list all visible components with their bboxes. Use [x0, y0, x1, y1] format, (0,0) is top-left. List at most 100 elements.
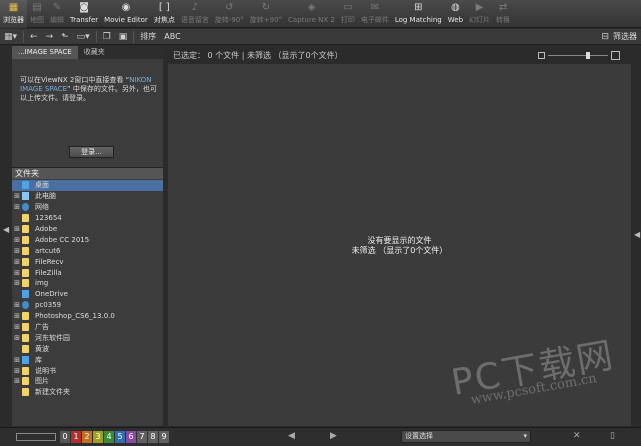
- expand-icon[interactable]: ⊞: [12, 312, 22, 320]
- login-button[interactable]: 登录...: [69, 146, 114, 158]
- tree-item[interactable]: ⊞ pc0359: [12, 300, 163, 311]
- tree-item[interactable]: 新建文件夹: [12, 387, 163, 398]
- folder-menu-icon[interactable]: ▭▾: [73, 29, 94, 45]
- expand-icon[interactable]: ⊞: [12, 247, 22, 255]
- toolbar-button[interactable]: ▤ 地图: [27, 0, 47, 28]
- slider-knob[interactable]: [586, 52, 590, 59]
- label-filter-button[interactable]: 8: [148, 431, 158, 443]
- info-text-pre: 可以在ViewNX 2窗口中直接查看 “: [20, 76, 130, 84]
- tree-item[interactable]: 123654: [12, 213, 163, 224]
- tree-item[interactable]: ⊞ 河东软件园: [12, 332, 163, 343]
- tree-item[interactable]: ⊞ 广告: [12, 322, 163, 333]
- folder-icon: [22, 181, 29, 190]
- next-icon[interactable]: ▶: [330, 431, 337, 441]
- tree-item[interactable]: ⊞ artcut6: [12, 245, 163, 256]
- tree-item-label: FileZilla: [35, 268, 62, 277]
- expand-icon[interactable]: ⊞: [12, 269, 22, 277]
- folder-up-icon[interactable]: ⬑: [57, 29, 73, 45]
- tree-item[interactable]: ⊞ FileRecv: [12, 256, 163, 267]
- view-toggle-button[interactable]: [16, 433, 56, 441]
- tree-item[interactable]: ⊞ 说明书: [12, 365, 163, 376]
- collapse-right-icon[interactable]: ◀: [634, 230, 640, 239]
- forward-icon[interactable]: →: [42, 29, 58, 45]
- expand-icon[interactable]: ⊞: [12, 279, 22, 287]
- tree-item-label: FileRecv: [35, 257, 64, 266]
- small-thumb-icon[interactable]: [538, 52, 545, 59]
- label-filter-button[interactable]: 9: [159, 431, 169, 443]
- expand-icon[interactable]: ⊞: [12, 367, 22, 375]
- filter-button[interactable]: ⊟ 筛选器: [597, 29, 641, 45]
- expand-icon[interactable]: ⊞: [12, 225, 22, 233]
- grid-view-icon[interactable]: ▦▾: [0, 29, 21, 45]
- collapse-left-icon[interactable]: ◀: [3, 225, 9, 234]
- toolbar-button[interactable]: ◉ Movie Editor: [101, 0, 151, 28]
- label-filter-button[interactable]: 2: [82, 431, 92, 443]
- thumbnail-size-slider[interactable]: [538, 51, 620, 60]
- expand-icon[interactable]: ⊞: [12, 301, 22, 309]
- toolbar-button[interactable]: ▶ 幻灯片: [466, 0, 493, 28]
- tree-item-label: 河东软件园: [35, 333, 70, 342]
- tree-item[interactable]: OneDrive: [12, 289, 163, 300]
- map-icon: ▤: [32, 2, 42, 13]
- close-icon[interactable]: ✕: [573, 431, 581, 441]
- tree-item-label: Adobe CC 2015: [35, 235, 90, 244]
- expand-icon[interactable]: ⊞: [12, 192, 22, 200]
- tree-item[interactable]: 黄波: [12, 343, 163, 354]
- tree-item[interactable]: 桌面: [12, 180, 163, 191]
- movie-icon: ◉: [121, 2, 131, 13]
- tree-item[interactable]: ⊞ 此电脑: [12, 191, 163, 202]
- browser-icon: ▦: [8, 2, 19, 13]
- expand-icon[interactable]: ⊞: [12, 334, 22, 342]
- expand-icon[interactable]: ⊞: [12, 356, 22, 364]
- toolbar-button[interactable]: ⊞ Log Matching: [392, 0, 445, 28]
- layout-icon[interactable]: ▣: [115, 29, 132, 45]
- tree-item[interactable]: ⊞ 库: [12, 354, 163, 365]
- toolbar-button[interactable]: ◍ Web: [445, 0, 466, 28]
- label-filter-button[interactable]: 5: [115, 431, 125, 443]
- toolbar-button[interactable]: ✎ 编辑: [47, 0, 67, 28]
- label-filter-button[interactable]: 3: [93, 431, 103, 443]
- tree-item[interactable]: ⊞ 网络: [12, 202, 163, 213]
- select-dropdown[interactable]: 设置选择 ▾: [401, 430, 531, 443]
- folder-icon: [22, 301, 29, 310]
- tree-item[interactable]: ⊞ Adobe: [12, 224, 163, 235]
- toolbar-button[interactable]: ↻ 旋转+90°: [247, 0, 285, 28]
- tree-item[interactable]: ⊞ Photoshop_CS6_13.0.0: [12, 311, 163, 322]
- tab-favorites[interactable]: 收藏夹: [78, 46, 111, 59]
- label-filter-button[interactable]: 4: [104, 431, 114, 443]
- trash-icon[interactable]: ▯: [610, 431, 615, 441]
- voice-icon: ♪: [191, 2, 199, 13]
- copy-icon[interactable]: ❐: [99, 29, 115, 45]
- tree-item[interactable]: ⊞ img: [12, 278, 163, 289]
- expand-icon[interactable]: ⊞: [12, 203, 22, 211]
- toolbar-button[interactable]: ◙ Transfer: [67, 0, 101, 28]
- large-thumb-icon[interactable]: [611, 51, 620, 60]
- slider-track[interactable]: [548, 52, 608, 59]
- toolbar-button[interactable]: ▦ 浏览器: [0, 0, 27, 28]
- tree-item-label: Adobe: [35, 225, 58, 233]
- folder-icon: [22, 290, 29, 299]
- toolbar-button[interactable]: ✉ 电子邮件: [358, 0, 392, 28]
- tree-item[interactable]: ⊞ 图片: [12, 376, 163, 387]
- tree-item[interactable]: ⊞ Adobe CC 2015: [12, 234, 163, 245]
- prev-icon[interactable]: ◀: [288, 431, 295, 441]
- toolbar-button[interactable]: ⇄ 转换: [493, 0, 513, 28]
- label-filter-button[interactable]: 0: [60, 431, 70, 443]
- toolbar-button[interactable]: ♪ 语音留言: [178, 0, 212, 28]
- expand-icon[interactable]: ⊞: [12, 258, 22, 266]
- expand-icon[interactable]: ⊞: [12, 323, 22, 331]
- expand-icon[interactable]: ⊞: [12, 236, 22, 244]
- label-filter-button[interactable]: 6: [126, 431, 136, 443]
- toolbar-button[interactable]: ◈ Capture NX 2: [285, 0, 338, 28]
- expand-icon[interactable]: ⊞: [12, 377, 22, 385]
- label-filter-button[interactable]: 7: [137, 431, 147, 443]
- tab-image-space[interactable]: ...IMAGE SPACE: [12, 46, 78, 59]
- toolbar-button[interactable]: ▭ 打印: [338, 0, 358, 28]
- toolbar-button[interactable]: ↺ 旋转-90°: [212, 0, 247, 28]
- tree-item[interactable]: ⊞ FileZilla: [12, 267, 163, 278]
- capture-icon: ◈: [307, 2, 316, 13]
- sort-select[interactable]: ABC: [160, 32, 184, 41]
- toolbar-button[interactable]: [ ] 对焦点: [151, 0, 178, 28]
- back-icon[interactable]: ←: [26, 29, 42, 45]
- label-filter-button[interactable]: 1: [71, 431, 81, 443]
